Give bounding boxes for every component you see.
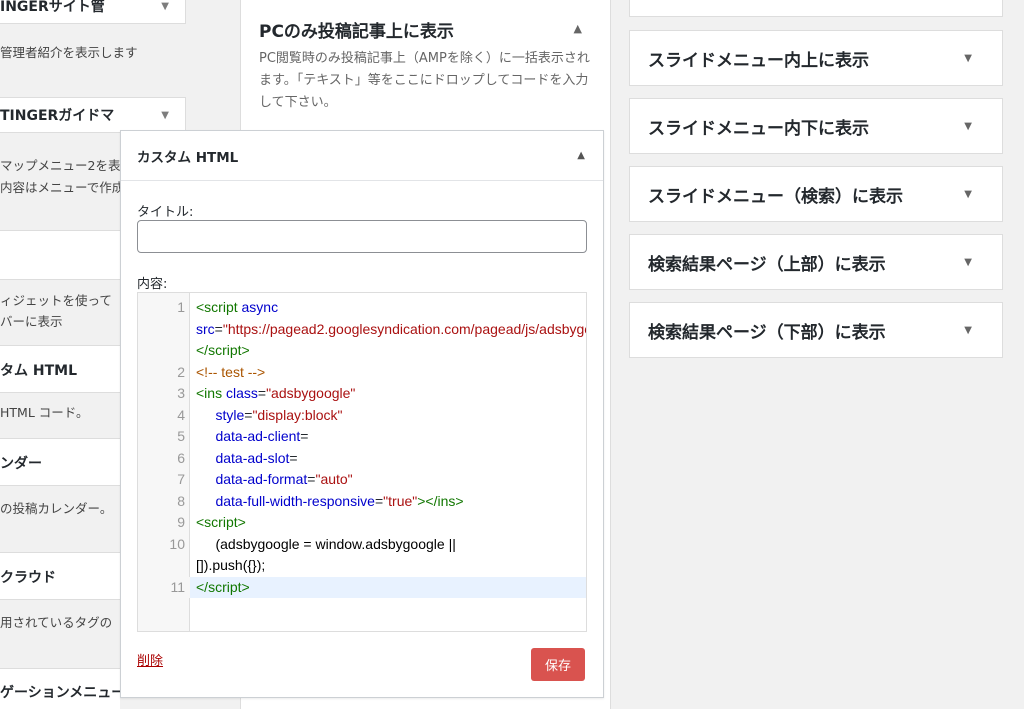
widget-description: 内容はメニューで作成 [0, 180, 120, 195]
widget-header-guide-map[interactable]: TINGERガイドマ ▼ [0, 97, 186, 133]
widget-description: ィジェットを使って [0, 293, 112, 308]
triangle-up-icon[interactable]: ▲ [577, 150, 585, 161]
triangle-down-icon[interactable]: ▼ [964, 121, 972, 132]
widget-title: タム HTML [0, 363, 77, 379]
triangle-down-icon[interactable]: ▼ [964, 257, 972, 268]
widget-title: カスタム HTML [137, 149, 239, 166]
line-number: 9 [177, 514, 185, 530]
code-content[interactable]: 1 <script async src="https://pagead2.goog… [138, 297, 586, 598]
code-line: 2 <!-- test --> [138, 362, 586, 384]
line-number: 6 [177, 449, 185, 466]
code-line: 1 <script async src="https://pagead2.goog… [138, 297, 586, 362]
line-number: 8 [177, 492, 185, 509]
widget-area-slide-menu-top[interactable]: スライドメニュー内上に表示 ▼ [629, 30, 1003, 86]
content-label: 内容: [137, 277, 168, 292]
line-number: 1 [177, 299, 185, 315]
code-line: 7 data-ad-format="auto" [138, 469, 586, 491]
widget-area-title: スライドメニュー内上に表示 [648, 50, 869, 71]
line-number: 11 [138, 576, 190, 598]
widget-header-site-admin[interactable]: INGERサイト管 ▼ [0, 0, 186, 24]
widget-header[interactable] [0, 230, 120, 280]
widget-title: ゲーションメニュー [0, 685, 126, 701]
widget-area-title: スライドメニュー（検索）に表示 [648, 186, 903, 207]
sidebar-title[interactable]: PCのみ投稿記事上に表示 [259, 17, 454, 42]
code-line: 10 (adsbygoogle = window.adsbygoogle || … [138, 534, 586, 577]
widget-description: バーに表示 [0, 314, 63, 329]
triangle-up-icon[interactable]: ▲ [574, 22, 582, 35]
code-line: 8 data-full-width-responsive="true"></in… [138, 491, 586, 513]
triangle-down-icon[interactable]: ▼ [161, 1, 169, 12]
save-button[interactable]: 保存 [531, 648, 585, 681]
code-line: 9 <script> [138, 512, 586, 534]
code-line: 3 <ins class="adsbygoogle" [138, 383, 586, 405]
code-line: 4 style="display:block" [138, 405, 586, 427]
widget-description: の投稿カレンダー。 [0, 501, 113, 516]
line-number: 5 [177, 428, 185, 444]
triangle-down-icon[interactable]: ▼ [161, 110, 169, 121]
line-number: 7 [177, 471, 185, 487]
widget-area-title: 検索結果ページ（上部）に表示 [648, 254, 886, 275]
triangle-down-icon[interactable]: ▼ [964, 325, 972, 336]
code-line-active: 11 </script> [138, 576, 586, 598]
title-input[interactable] [137, 220, 587, 253]
code-line: 5 data-ad-client= [138, 426, 586, 448]
widget-title: INGERサイト管 [0, 0, 105, 15]
widget-area-search-results-top[interactable]: 検索結果ページ（上部）に表示 ▼ [629, 234, 1003, 290]
widget-description: マップメニュー2を表 [0, 158, 120, 173]
sidebar-description: PC閲覧時のみ投稿記事上（AMPを除く）に一括表示されます。「テキスト」等をここ… [259, 51, 590, 110]
delete-link[interactable]: 削除 [137, 650, 163, 669]
widget-header[interactable]: カスタム HTML ▲ [121, 131, 603, 181]
widget-description: HTML コード。 [0, 405, 89, 420]
title-label: タイトル: [137, 205, 194, 220]
widget-area-title: 検索結果ページ（下部）に表示 [648, 322, 886, 343]
triangle-down-icon[interactable]: ▼ [964, 189, 972, 200]
triangle-down-icon[interactable]: ▼ [964, 53, 972, 64]
line-number: 4 [177, 406, 185, 423]
widget-description: 用されているタグの [0, 615, 113, 630]
line-number: 10 [169, 535, 185, 552]
line-number: 3 [177, 385, 185, 401]
widget-title: ンダー [0, 456, 42, 472]
widget-area-slide-menu-search[interactable]: スライドメニュー（検索）に表示 ▼ [629, 166, 1003, 222]
widget-description: 管理者紹介を表示します [0, 45, 138, 60]
widget-title: クラウド [0, 570, 56, 586]
widget-area-title: スライドメニュー内下に表示 [648, 118, 869, 139]
widget-area-search-results-bottom[interactable]: 検索結果ページ（下部）に表示 ▼ [629, 302, 1003, 358]
custom-html-widget: カスタム HTML ▲ タイトル: 内容: 1 <script async src… [120, 130, 604, 698]
widget-area-slide-menu-bottom[interactable]: スライドメニュー内下に表示 ▼ [629, 98, 1003, 154]
widget-area-top-partial[interactable] [629, 0, 1003, 17]
code-line: 6 data-ad-slot= [138, 448, 586, 470]
line-number: 2 [177, 363, 185, 380]
code-editor[interactable]: 1 <script async src="https://pagead2.goog… [137, 292, 587, 632]
widget-title: TINGERガイドマ [0, 108, 115, 124]
